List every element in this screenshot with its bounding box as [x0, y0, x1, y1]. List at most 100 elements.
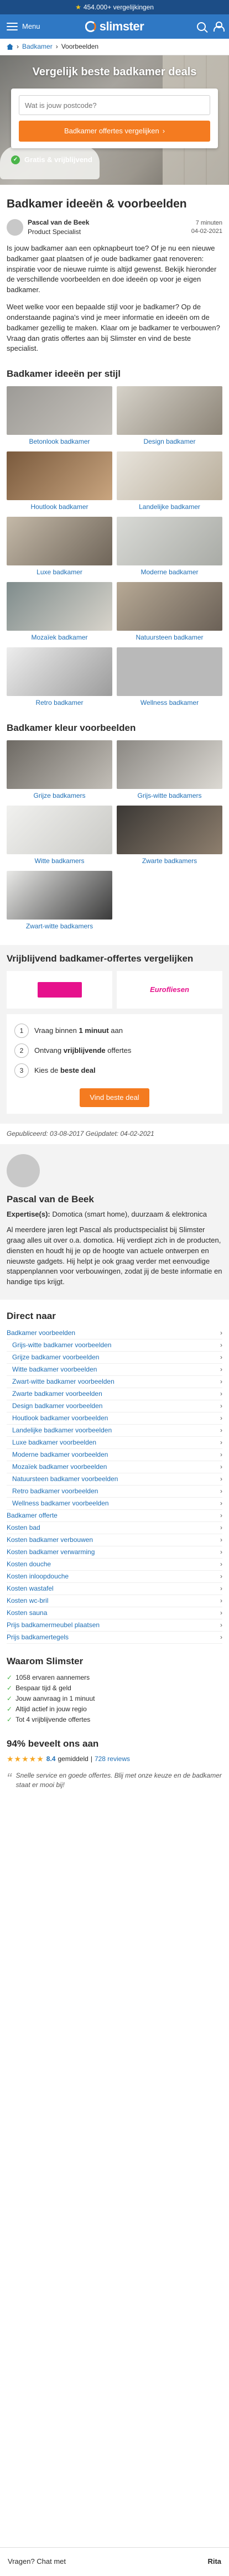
chevron-right-icon: ›: [220, 1402, 222, 1410]
step-number: 3: [14, 1063, 29, 1078]
why-item: ✓ 1058 ervaren aannemers: [7, 1673, 90, 1681]
direct-link-sub[interactable]: Grijze badkamer voorbeelden ›: [7, 1352, 222, 1364]
image-card[interactable]: Grijze badkamers: [7, 740, 112, 801]
direct-link-sub[interactable]: Landelijke badkamer voorbeelden ›: [7, 1425, 222, 1437]
chevron-right-icon: ›: [220, 1524, 222, 1532]
image-card[interactable]: Moderne badkamer: [117, 517, 222, 578]
reviews: 94% beveelt ons aan ★★★★★ 8.4 gemiddeld …: [0, 1725, 229, 1790]
image-card[interactable]: Luxe badkamer: [7, 517, 112, 578]
breadcrumb: › Badkamer › Voorbeelden: [0, 39, 229, 55]
partner-2-name: Eurofliesen: [150, 985, 189, 994]
breadcrumb-badkamer[interactable]: Badkamer: [22, 42, 53, 51]
direct-link-sub[interactable]: Wellness badkamer voorbeelden ›: [7, 1498, 222, 1510]
direct-link[interactable]: Kosten douche ›: [7, 1559, 222, 1571]
card-label[interactable]: Luxe badkamer: [7, 568, 112, 578]
colors-heading: Badkamer kleur voorbeelden: [7, 723, 136, 734]
image-card[interactable]: Houtlook badkamer: [7, 451, 112, 512]
direct-link-sub[interactable]: Luxe badkamer voorbeelden ›: [7, 1437, 222, 1449]
logo[interactable]: slimster: [85, 18, 144, 35]
chevron-right-icon: ›: [220, 1597, 222, 1605]
card-label[interactable]: Landelijke badkamer: [117, 502, 222, 512]
card-label[interactable]: Zwarte badkamers: [117, 856, 222, 866]
direct-link[interactable]: Kosten badkamer verbouwen ›: [7, 1534, 222, 1546]
card-label[interactable]: Design badkamer: [117, 437, 222, 447]
reviews-count-link[interactable]: 728 reviews: [95, 1754, 130, 1764]
direct-link-sub[interactable]: Mozaïek badkamer voorbeelden ›: [7, 1461, 222, 1473]
site-header: Menu slimster: [0, 14, 229, 39]
search-icon[interactable]: [197, 22, 206, 31]
image-card[interactable]: Grijs-witte badkamers: [117, 740, 222, 801]
image-card[interactable]: Betonlook badkamer: [7, 386, 112, 447]
direct-link-sub[interactable]: Grijs-witte badkamer voorbeelden ›: [7, 1339, 222, 1352]
direct-link[interactable]: Badkamer offerte ›: [7, 1510, 222, 1522]
chevron-right-icon: ›: [220, 1426, 222, 1435]
chevron-right-icon: ›: [220, 1390, 222, 1398]
image-card[interactable]: Wellness badkamer: [117, 647, 222, 708]
find-best-deal-button[interactable]: Vind beste deal: [80, 1088, 149, 1108]
direct-link[interactable]: Kosten badkamer verwarming ›: [7, 1546, 222, 1559]
chevron-right-icon: ›: [220, 1475, 222, 1483]
direct-link[interactable]: Kosten wc-bril ›: [7, 1595, 222, 1607]
direct-link-sub[interactable]: Design badkamer voorbeelden ›: [7, 1400, 222, 1412]
direct-link[interactable]: Prijs badkamertegels ›: [7, 1632, 222, 1644]
card-label[interactable]: Natuursteen badkamer: [117, 633, 222, 643]
card-label[interactable]: Wellness badkamer: [117, 698, 222, 708]
partner-logo-1: [7, 971, 112, 1009]
card-label[interactable]: Houtlook badkamer: [7, 502, 112, 512]
image-card[interactable]: Retro badkamer: [7, 647, 112, 708]
chat-bar[interactable]: Vragen? Chat met Rita: [0, 2547, 229, 2576]
direct-link[interactable]: Kosten sauna ›: [7, 1607, 222, 1619]
card-label[interactable]: Zwart-witte badkamers: [7, 922, 112, 932]
quote-icon: “: [7, 1770, 12, 1787]
direct-link-sub[interactable]: Natuursteen badkamer voorbeelden ›: [7, 1473, 222, 1486]
step-item: 2 Ontvang vrijblijvende offertes: [14, 1041, 215, 1061]
image-card[interactable]: Zwarte badkamers: [117, 805, 222, 866]
compare-offers-button[interactable]: Badkamer offertes vergelijken ›: [19, 121, 210, 142]
direct-link-sub[interactable]: Moderne badkamer voorbeelden ›: [7, 1449, 222, 1461]
direct-link-sub[interactable]: Zwarte badkamer voorbeelden ›: [7, 1388, 222, 1400]
postcode-input[interactable]: [19, 95, 210, 115]
direct-link-sub[interactable]: Witte badkamer voorbeelden ›: [7, 1364, 222, 1376]
card-label[interactable]: Witte badkamers: [7, 856, 112, 866]
chevron-right-icon: ›: [220, 1463, 222, 1471]
postcode-form: Badkamer offertes vergelijken ›: [11, 89, 218, 148]
partner-logo-2: Eurofliesen: [117, 971, 222, 1009]
direct-link-sub[interactable]: Houtlook badkamer voorbeelden ›: [7, 1412, 222, 1425]
rating: ★★★★★ 8.4 gemiddeld | 728 reviews: [7, 1754, 222, 1765]
home-icon[interactable]: [7, 44, 13, 50]
chevron-right-icon: ›: [220, 1536, 222, 1544]
direct-link[interactable]: Kosten inloopdouche ›: [7, 1571, 222, 1583]
colors-grid: Grijze badkamers Grijs-witte badkamers Wit…: [7, 740, 222, 932]
image-card[interactable]: Witte badkamers: [7, 805, 112, 866]
expertise-value: Domotica (smart home), duurzaam & elektr…: [52, 1209, 207, 1218]
card-image: [117, 517, 222, 566]
card-label[interactable]: Grijs-witte badkamers: [117, 791, 222, 801]
card-label[interactable]: Grijze badkamers: [7, 791, 112, 801]
direct-link-head[interactable]: Badkamer voorbeelden ›: [7, 1327, 222, 1339]
direct-link[interactable]: Kosten wastafel ›: [7, 1583, 222, 1595]
step-item: 3 Kies de beste deal: [14, 1061, 215, 1081]
image-card[interactable]: Natuursteen badkamer: [117, 582, 222, 643]
menu-button[interactable]: Menu: [7, 22, 40, 32]
card-image: [117, 647, 222, 697]
why-item: ✓ Altijd actief in jouw regio: [7, 1705, 87, 1713]
direct-link[interactable]: Kosten bad ›: [7, 1522, 222, 1534]
chevron-right-icon: ›: [220, 1365, 222, 1374]
publish-dates: Gepubliceerd: 03-08-2017 Geüpdatet: 04-0…: [7, 1130, 154, 1138]
direct-link[interactable]: Prijs badkamermeubel plaatsen ›: [7, 1619, 222, 1632]
author-name: Pascal van de Beek: [28, 219, 90, 227]
step-text: Kies de beste deal: [34, 1066, 96, 1075]
direct-link-sub[interactable]: Zwart-witte badkamer voorbeelden ›: [7, 1376, 222, 1388]
image-card[interactable]: Zwart-witte badkamers: [7, 870, 112, 932]
image-card[interactable]: Design badkamer: [117, 386, 222, 447]
chevron-right-icon: ›: [220, 1341, 222, 1349]
card-label[interactable]: Retro badkamer: [7, 698, 112, 708]
card-label[interactable]: Betonlook badkamer: [7, 437, 112, 447]
styles-heading: Badkamer ideeën per stijl: [7, 368, 121, 380]
direct-link-sub[interactable]: Retro badkamer voorbeelden ›: [7, 1486, 222, 1498]
image-card[interactable]: Landelijke badkamer: [117, 451, 222, 512]
card-label[interactable]: Moderne badkamer: [117, 568, 222, 578]
image-card[interactable]: Mozaïek badkamer: [7, 582, 112, 643]
card-label[interactable]: Mozaïek badkamer: [7, 633, 112, 643]
user-icon[interactable]: [214, 22, 225, 32]
